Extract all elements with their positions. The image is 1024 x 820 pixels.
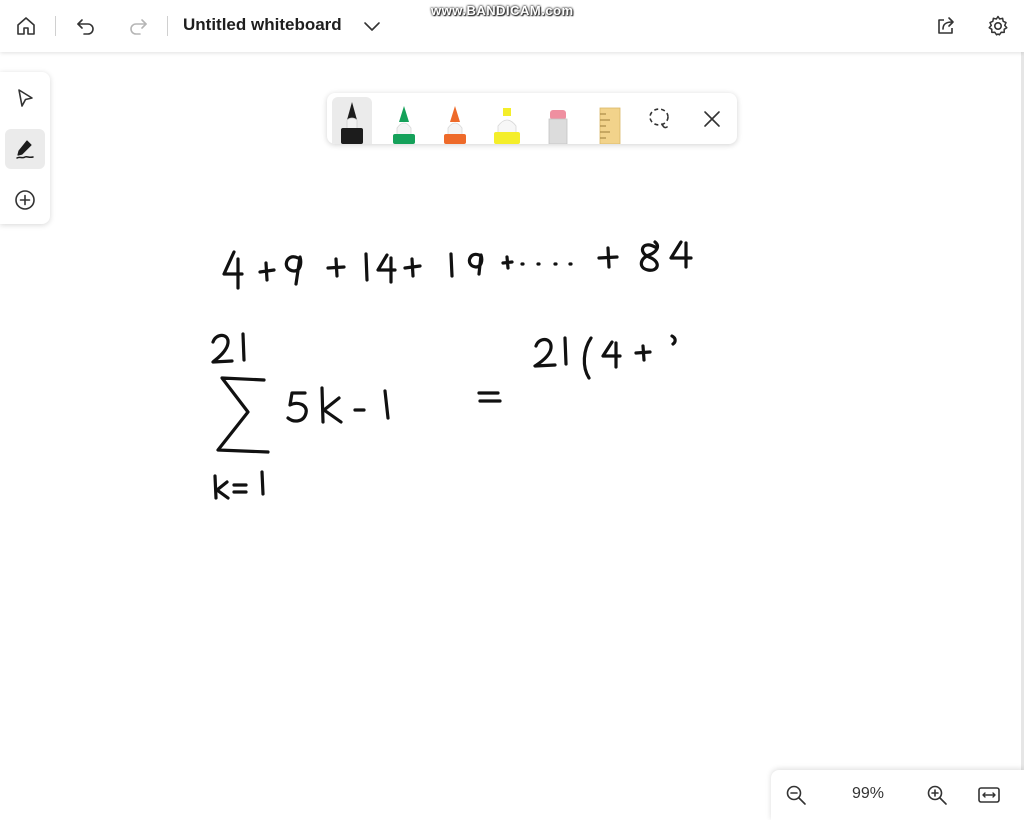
undo-button[interactable] (68, 8, 104, 44)
close-icon (704, 111, 720, 127)
fit-to-screen-button[interactable] (974, 780, 1004, 810)
pen-tool-button[interactable] (5, 129, 45, 169)
orange-pen-icon (444, 106, 466, 144)
redo-icon (130, 19, 147, 35)
close-toolbar-button[interactable] (696, 103, 728, 135)
select-tool-button[interactable] (5, 78, 45, 118)
zoom-in-icon (927, 785, 947, 805)
divider (55, 16, 56, 36)
pen-icon (16, 140, 34, 159)
share-button[interactable] (928, 8, 964, 44)
eraser-button[interactable] (538, 97, 578, 144)
whiteboard-title[interactable]: Untitled whiteboard (183, 15, 342, 35)
gear-icon (988, 15, 1008, 36)
zoom-out-button[interactable] (781, 780, 811, 810)
ink-equation-rhs (477, 334, 677, 403)
fit-to-screen-icon (978, 787, 1000, 803)
pen-toolbar (327, 93, 737, 144)
eraser-icon (548, 110, 568, 144)
title-menu-button[interactable] (360, 14, 384, 38)
zoom-level[interactable]: 99% (845, 785, 891, 803)
home-button[interactable] (8, 8, 44, 44)
lasso-select-button[interactable] (644, 103, 676, 135)
tool-rail (0, 72, 50, 224)
zoom-out-icon (786, 785, 806, 805)
zoom-in-button[interactable] (922, 780, 952, 810)
share-icon (938, 17, 954, 34)
redo-button[interactable] (120, 8, 156, 44)
yellow-highlighter-button[interactable] (487, 97, 527, 144)
home-icon (17, 17, 35, 35)
green-pen-button[interactable] (384, 97, 424, 144)
green-pen-icon (393, 106, 415, 144)
recording-watermark: www.BANDICAM.com (431, 3, 574, 18)
highlighter-icon (494, 108, 520, 144)
divider (167, 16, 168, 36)
ink-arithmetic-series (222, 240, 693, 290)
select-icon (18, 89, 33, 107)
lasso-icon (649, 108, 669, 129)
ruler-button[interactable] (590, 97, 630, 144)
add-tool-button[interactable] (5, 180, 45, 220)
black-pen-button[interactable] (332, 97, 372, 144)
zoom-controls: 99% (771, 770, 1024, 820)
settings-button[interactable] (980, 8, 1016, 44)
undo-icon (77, 19, 94, 35)
ruler-icon (599, 107, 621, 144)
chevron-down-icon (364, 22, 380, 31)
ink-summation (211, 332, 390, 500)
orange-pen-button[interactable] (435, 97, 475, 144)
black-pen-icon (341, 102, 363, 144)
add-icon (15, 190, 35, 210)
